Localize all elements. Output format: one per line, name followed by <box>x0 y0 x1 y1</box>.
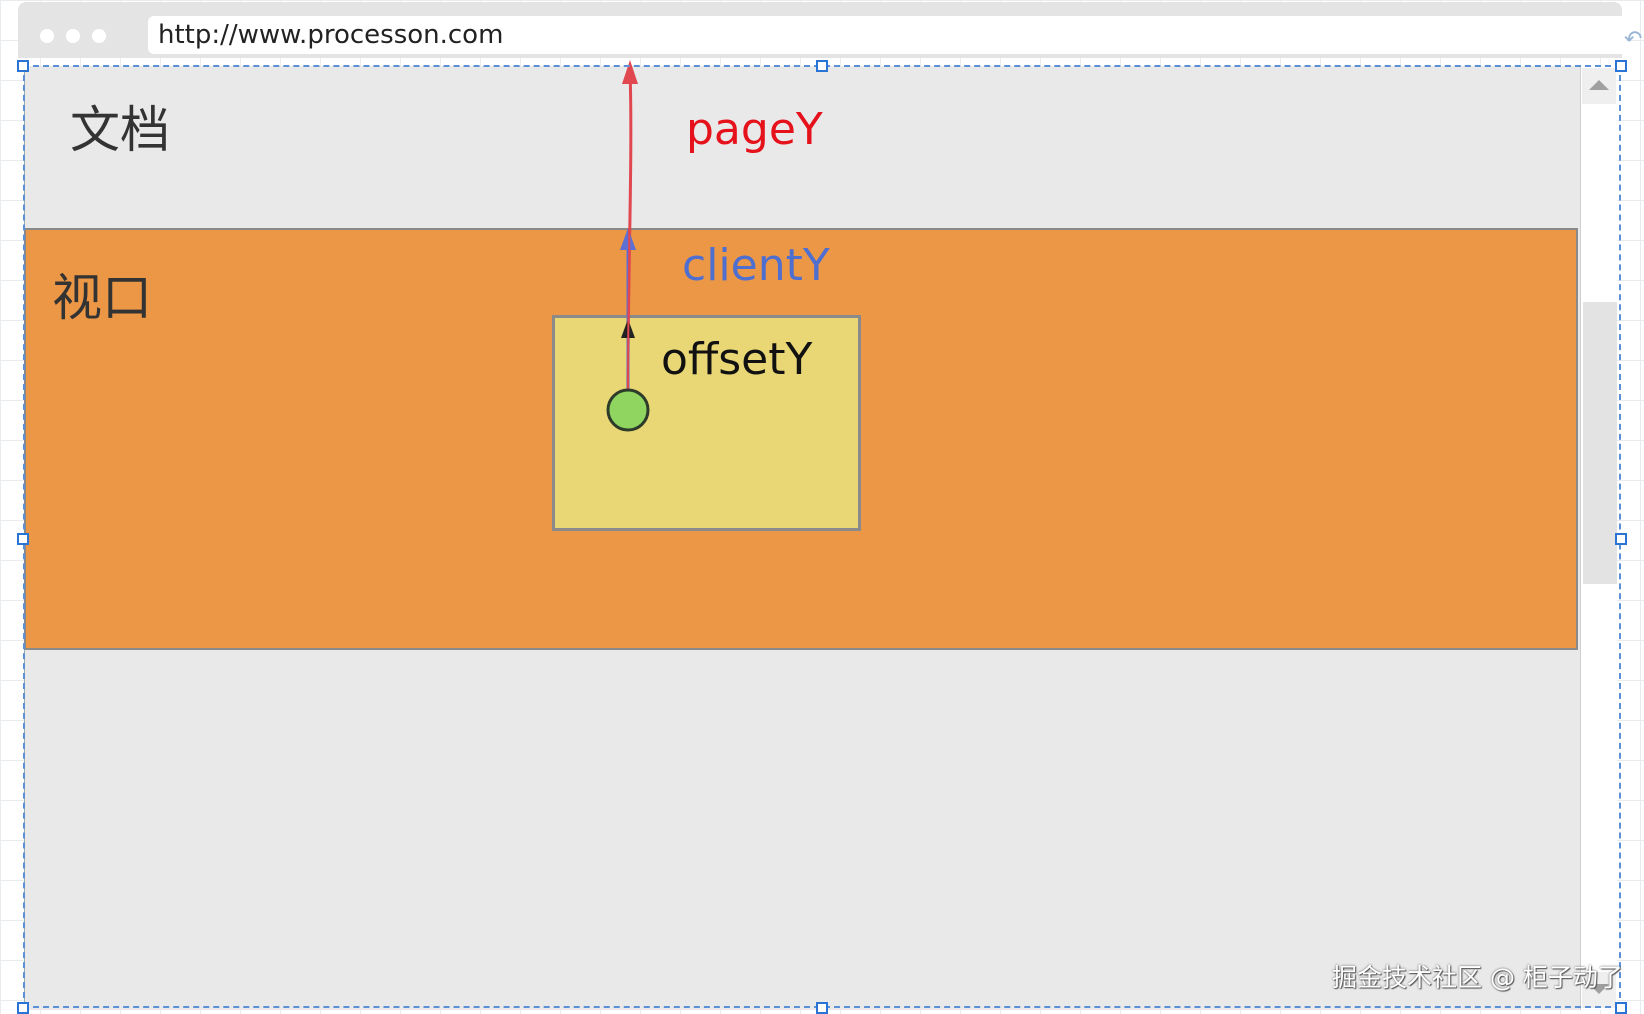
clientY-arrow-head <box>620 228 636 250</box>
resize-handle-top-right[interactable] <box>1615 60 1627 72</box>
mouse-point-marker <box>606 388 650 432</box>
resize-handle-middle-left[interactable] <box>17 533 29 545</box>
resize-handle-top-left[interactable] <box>17 60 29 72</box>
resize-handle-bottom-middle[interactable] <box>816 1002 828 1014</box>
clientY-label: clientY <box>682 240 830 291</box>
resize-handle-middle-right[interactable] <box>1615 533 1627 545</box>
pageY-label: pageY <box>686 104 823 155</box>
offsetY-label: offsetY <box>661 334 813 385</box>
resize-handle-bottom-right[interactable] <box>1615 1002 1627 1014</box>
watermark: 掘金技术社区 @ 柜子动了 <box>1332 963 1623 992</box>
pageY-arrow-head <box>622 60 638 84</box>
resize-handle-bottom-left[interactable] <box>17 1002 29 1014</box>
resize-handle-top-middle[interactable] <box>816 60 828 72</box>
